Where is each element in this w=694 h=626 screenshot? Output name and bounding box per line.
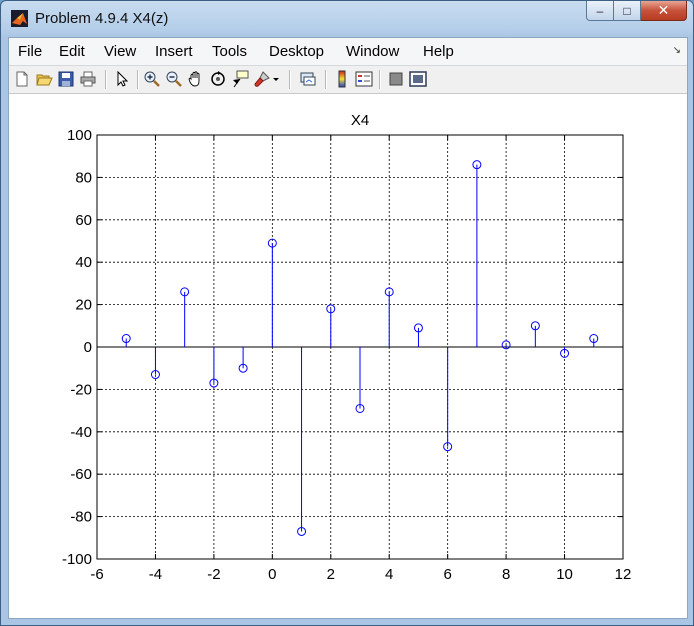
show-plot-tools-icon[interactable] <box>409 70 427 88</box>
open-file-icon[interactable] <box>35 70 53 88</box>
x-tick-label: -6 <box>90 566 103 583</box>
menu-file[interactable]: File <box>18 43 42 60</box>
window-controls: – □ ✕ <box>586 1 687 23</box>
edit-plot-arrow-icon[interactable] <box>113 70 131 88</box>
pan-hand-icon[interactable] <box>187 70 205 88</box>
zoom-out-icon[interactable] <box>165 70 183 88</box>
y-tick-label: 0 <box>84 339 92 356</box>
minimize-icon: – <box>596 3 604 18</box>
y-tick-label: 20 <box>75 297 92 314</box>
brush-icon[interactable] <box>253 70 271 88</box>
rotate-3d-icon[interactable] <box>209 70 227 88</box>
matlab-logo-icon <box>11 10 28 27</box>
x-tick-label: 2 <box>327 566 335 583</box>
y-tick-label: -40 <box>70 424 92 441</box>
window-title: Problem 4.9.4 X4(z) <box>35 10 169 27</box>
figure-window: Problem 4.9.4 X4(z) – □ ✕ File Edit View… <box>0 0 694 626</box>
y-tick-label: 40 <box>75 254 92 271</box>
y-tick-label: 60 <box>75 212 92 229</box>
link-plot-icon[interactable] <box>299 70 317 88</box>
window-client-area: File Edit View Insert Tools Desktop Wind… <box>8 37 688 619</box>
x-tick-label: -2 <box>207 566 220 583</box>
y-tick-label: 80 <box>75 169 92 186</box>
menu-dock-arrow-icon[interactable]: ↘ <box>673 45 681 56</box>
toolbar-separator <box>379 70 381 89</box>
toolbar-separator <box>325 70 327 89</box>
menu-help[interactable]: Help <box>423 43 454 60</box>
maximize-button[interactable]: □ <box>614 1 641 21</box>
y-tick-label: -100 <box>62 551 92 568</box>
x-tick-label: 12 <box>615 566 632 583</box>
stem-plot[interactable]: -6 -4 -2 0 2 4 6 8 10 12-100-80-60-40-20020406080… <box>9 94 687 618</box>
y-tick-label: -60 <box>70 466 92 483</box>
title-bar[interactable]: Problem 4.9.4 X4(z) – □ ✕ <box>1 1 693 37</box>
menu-view[interactable]: View <box>104 43 136 60</box>
x-tick-label: 6 <box>443 566 451 583</box>
save-icon[interactable] <box>57 70 75 88</box>
colorbar-icon[interactable] <box>333 70 351 88</box>
menu-window[interactable]: Window <box>346 43 399 60</box>
y-tick-label: 100 <box>67 127 92 144</box>
y-tick-label: -20 <box>70 381 92 398</box>
x-tick-label: 4 <box>385 566 393 583</box>
close-button[interactable]: ✕ <box>641 1 687 21</box>
maximize-icon: □ <box>623 3 631 18</box>
menu-desktop[interactable]: Desktop <box>269 43 324 60</box>
new-figure-icon[interactable] <box>13 70 31 88</box>
hide-plot-tools-icon[interactable] <box>387 70 405 88</box>
print-icon[interactable] <box>79 70 97 88</box>
data-cursor-icon[interactable] <box>231 70 249 88</box>
figure-toolbar <box>9 66 687 94</box>
x-tick-label: 8 <box>502 566 510 583</box>
x-tick-label: 0 <box>268 566 276 583</box>
zoom-in-icon[interactable] <box>143 70 161 88</box>
close-icon: ✕ <box>657 2 670 18</box>
plot-title: X4 <box>351 112 369 129</box>
menu-bar: File Edit View Insert Tools Desktop Wind… <box>9 38 687 66</box>
toolbar-separator <box>289 70 291 89</box>
brush-dropdown-icon[interactable] <box>271 70 281 88</box>
figure-canvas: -6 -4 -2 0 2 4 6 8 10 12 -100 -80 -60 -40 -20 0 20 40 60 80… <box>9 94 687 618</box>
y-tick-label: -80 <box>70 509 92 526</box>
minimize-button[interactable]: – <box>586 1 614 21</box>
legend-icon[interactable] <box>355 70 373 88</box>
menu-insert[interactable]: Insert <box>155 43 193 60</box>
toolbar-separator <box>137 70 139 89</box>
menu-tools[interactable]: Tools <box>212 43 247 60</box>
toolbar-separator <box>105 70 107 89</box>
x-tick-label: -4 <box>149 566 162 583</box>
x-tick-label: 10 <box>556 566 573 583</box>
menu-edit[interactable]: Edit <box>59 43 85 60</box>
